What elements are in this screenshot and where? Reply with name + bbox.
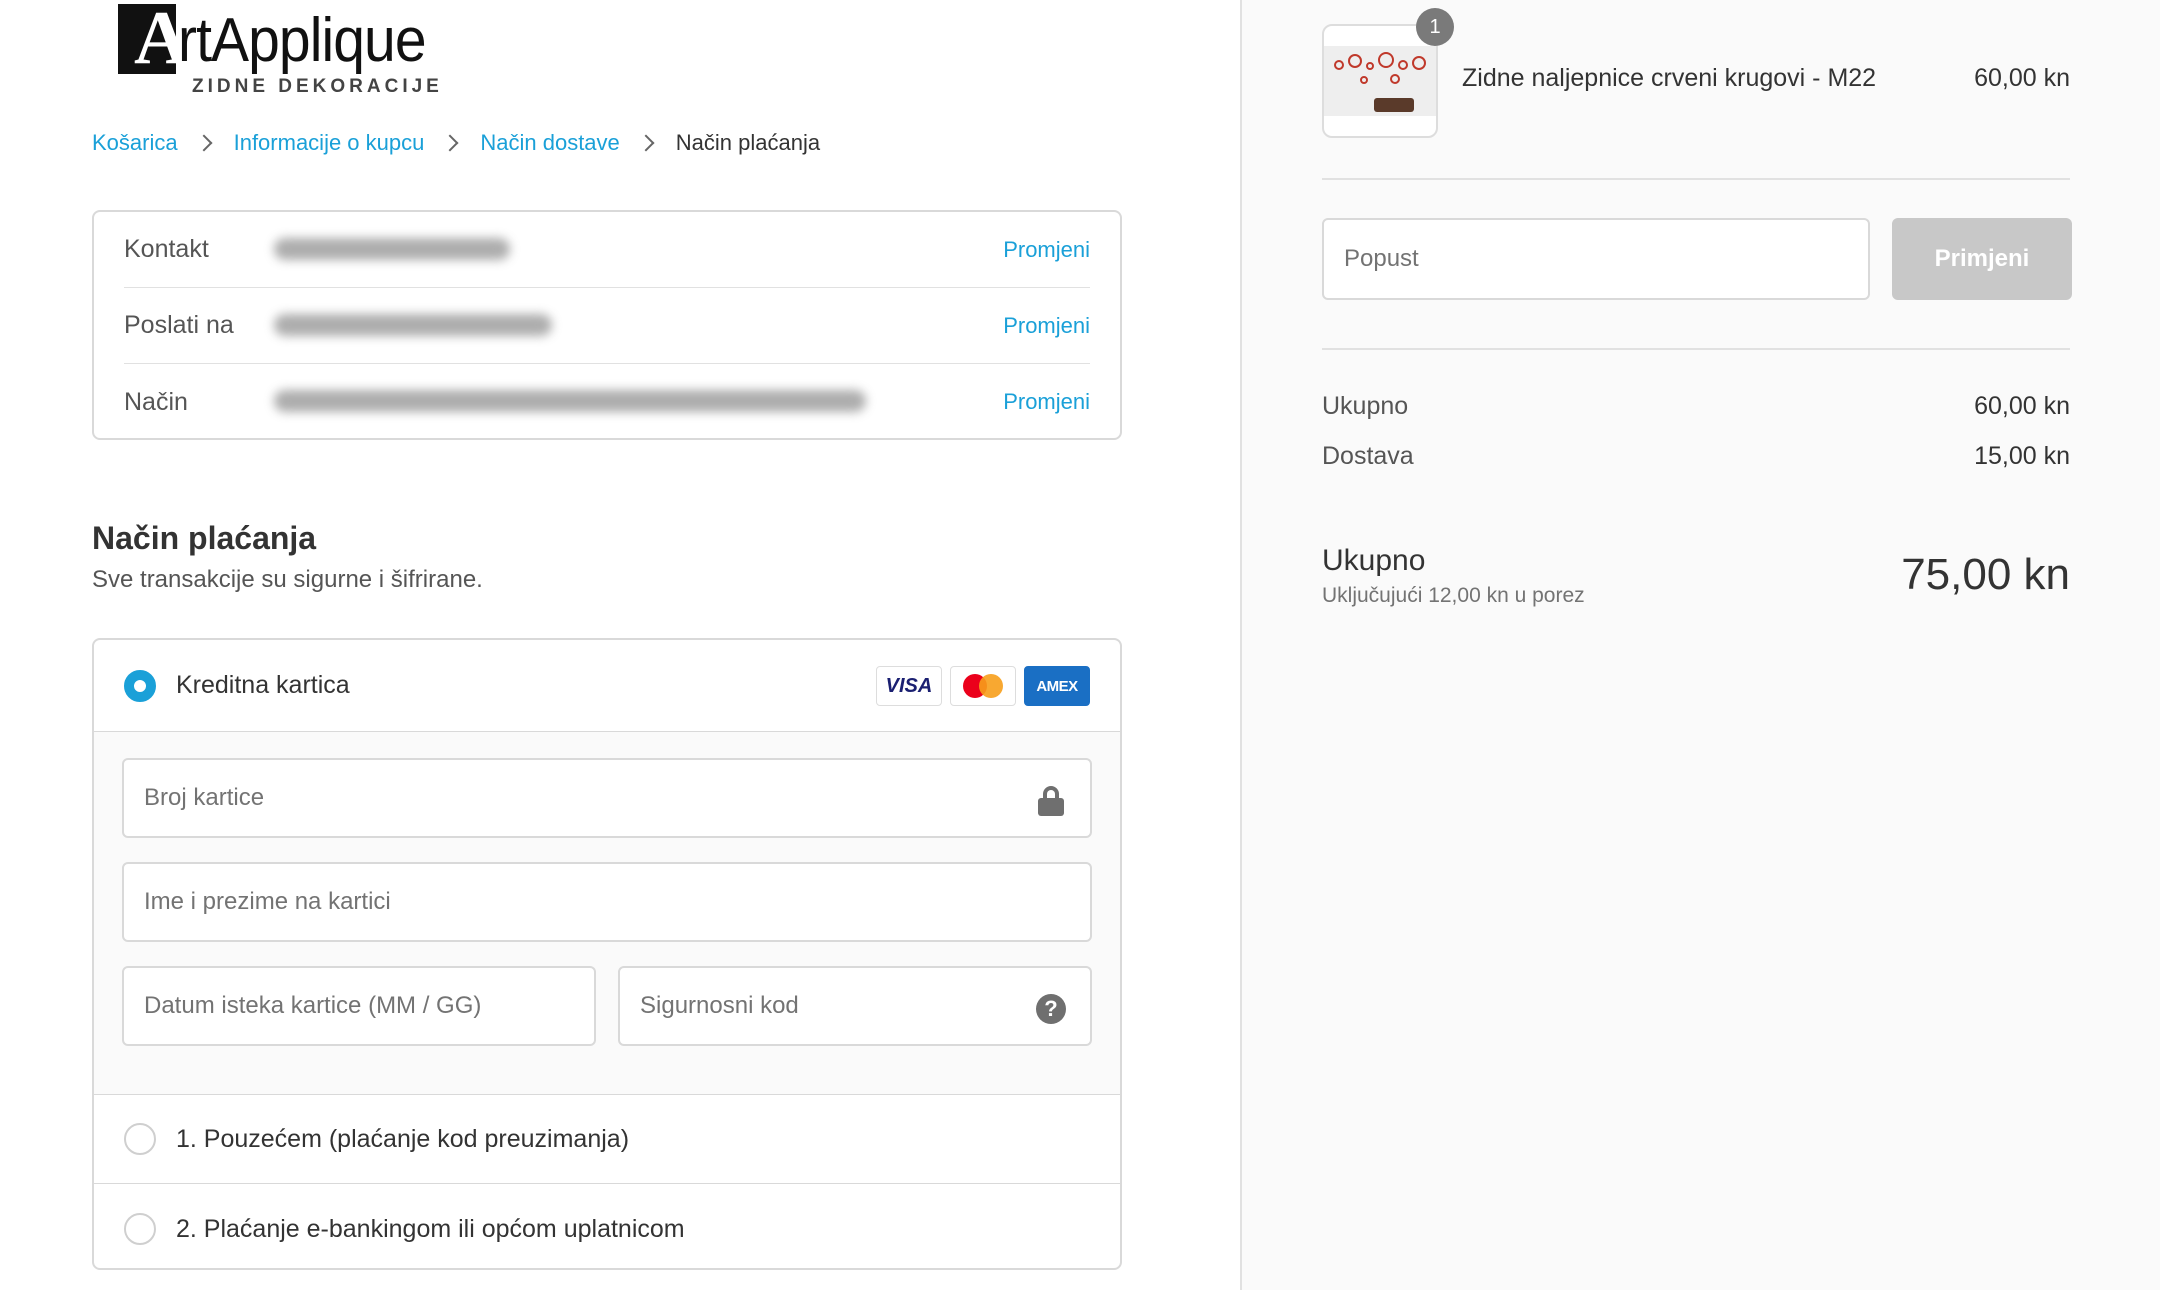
radio-button[interactable] [124, 1123, 156, 1155]
logo-word: rtApplique [178, 6, 427, 75]
change-address-link[interactable]: Promjeni [1003, 313, 1090, 339]
logo-tagline: ZIDNE DEKORACIJE [192, 76, 443, 97]
payment-option-label: 2. Plaćanje e-bankingom ili općom uplatn… [176, 1214, 685, 1243]
total-value: 75,00 kn [1901, 550, 2070, 599]
change-contact-link[interactable]: Promjeni [1003, 237, 1090, 263]
apply-discount-button[interactable]: Primjeni [1892, 218, 2072, 300]
card-expiry-placeholder: Datum isteka kartice (MM / GG) [144, 992, 482, 1019]
card-expiry-input[interactable]: Datum isteka kartice (MM / GG) [122, 966, 596, 1046]
breadcrumb-payment-method: Način plaćanja [675, 130, 821, 155]
review-row-method: Način Promjeni [124, 364, 1090, 440]
payment-section-title: Način plaćanja [92, 520, 317, 556]
visa-icon: VISA [876, 666, 942, 706]
tax-note: Uključujući 12,00 kn u porez [1322, 584, 1585, 607]
review-value-redacted [274, 390, 1003, 414]
card-number-input[interactable]: Broj kartice [122, 758, 1092, 838]
divider [1322, 178, 2070, 180]
discount-placeholder: Popust [1344, 245, 1419, 272]
lock-icon [1038, 786, 1064, 816]
review-row-contact: Kontakt Promjeni [124, 212, 1090, 288]
product-price: 60,00 kn [1974, 64, 2070, 92]
discount-code-input[interactable]: Popust [1322, 218, 1870, 300]
review-label: Kontakt [124, 235, 209, 263]
breadcrumb-shipping-method[interactable]: Način dostave [480, 130, 619, 156]
checkout-main: A rtApplique ZIDNE DEKORACIJE Košarica I… [0, 0, 1240, 1290]
shipping-value: 15,00 kn [1974, 442, 2070, 470]
product-name: Zidne naljepnice crveni krugovi - M22 [1462, 64, 1877, 92]
subtotal-line: Ukupno 60,00 kn [1322, 392, 2070, 421]
shipping-label: Dostava [1322, 442, 1414, 470]
radio-button[interactable] [124, 1213, 156, 1245]
subtotal-value: 60,00 kn [1974, 392, 2070, 420]
credit-card-fields: Broj kartice Ime i prezime na kartici Da… [94, 732, 1120, 1094]
breadcrumb-cart[interactable]: Košarica [92, 130, 178, 156]
security-code-placeholder: Sigurnosni kod [640, 992, 799, 1019]
review-value-redacted [274, 313, 1003, 338]
chevron-right-icon [441, 134, 459, 152]
cardholder-name-input[interactable]: Ime i prezime na kartici [122, 862, 1092, 942]
payment-methods-box: Kreditna kartica VISA AMEX Broj kartice … [92, 638, 1122, 1270]
product-thumbnail [1322, 24, 1438, 138]
card-brand-icons: VISA AMEX [876, 666, 1090, 706]
chevron-right-icon [195, 134, 213, 152]
card-number-placeholder: Broj kartice [144, 784, 265, 811]
shipping-line: Dostava 15,00 kn [1322, 442, 2070, 471]
chevron-right-icon [637, 134, 655, 152]
logo-mark: A [118, 0, 189, 76]
change-method-link[interactable]: Promjeni [1003, 389, 1090, 415]
help-question-icon[interactable]: ? [1036, 994, 1066, 1024]
amex-icon: AMEX [1024, 666, 1090, 706]
artapplique-logo[interactable]: A rtApplique ZIDNE DEKORACIJE [118, 0, 439, 98]
payment-option-label: Kreditna kartica [176, 671, 350, 699]
subtotal-label: Ukupno [1322, 392, 1409, 420]
quantity-badge: 1 [1416, 8, 1454, 46]
total-label: Ukupno [1322, 544, 1426, 577]
payment-option-cash-on-delivery[interactable]: 1. Pouzećem (plaćanje kod preuzimanja) [94, 1094, 1120, 1184]
review-label: Način [124, 387, 188, 416]
radio-button-selected[interactable] [124, 669, 156, 702]
payment-option-ebanking[interactable]: 2. Plaćanje e-bankingom ili općom uplatn… [94, 1184, 1120, 1268]
payment-option-label: 1. Pouzećem (plaćanje kod preuzimanja) [176, 1124, 630, 1153]
review-row-ship-to: Poslati na Promjeni [124, 288, 1090, 364]
order-review-box: Kontakt Promjeni Poslati na Promjeni Nač… [92, 210, 1122, 440]
divider [1322, 348, 2070, 350]
cardholder-name-placeholder: Ime i prezime na kartici [144, 888, 391, 915]
payment-option-credit-card[interactable]: Kreditna kartica VISA AMEX [94, 640, 1120, 732]
breadcrumb-customer-info[interactable]: Informacije o kupcu [234, 130, 425, 156]
review-label: Poslati na [124, 311, 234, 339]
security-code-input[interactable]: Sigurnosni kod ? [618, 966, 1092, 1046]
order-summary-sidebar: 1 Zidne naljepnice crveni krugovi - M22 … [1240, 0, 2160, 1290]
breadcrumb: Košarica Informacije o kupcu Način dosta… [92, 130, 820, 156]
payment-section-subtitle: Sve transakcije su sigurne i šifrirane. [92, 566, 483, 593]
review-value-redacted [274, 237, 1003, 262]
mastercard-icon [950, 666, 1016, 706]
